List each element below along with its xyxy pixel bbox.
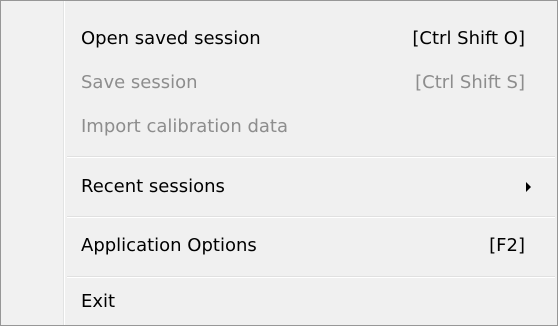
gutter-divider: [63, 1, 65, 325]
menu-item-shortcut: [Ctrl Shift O]: [412, 28, 525, 49]
menu-item-label: Save session: [81, 72, 198, 93]
file-menu: Open saved session [Ctrl Shift O] Save s…: [0, 0, 558, 326]
icon-gutter: [1, 1, 63, 325]
menu-item-application-options[interactable]: Application Options [F2]: [81, 226, 557, 266]
menu-item-open-saved-session[interactable]: Open saved session [Ctrl Shift O]: [81, 19, 557, 59]
menu-separator: [67, 276, 555, 278]
chevron-right-icon: [526, 182, 531, 192]
menu-separator: [67, 156, 555, 158]
menu-item-label: Open saved session: [81, 28, 261, 49]
menu-item-label: Import calibration data: [81, 116, 288, 137]
menu-item-label: Exit: [81, 291, 116, 312]
menu-item-save-session: Save session [Ctrl Shift S]: [81, 63, 557, 103]
menu-item-exit[interactable]: Exit: [81, 282, 557, 322]
menu-item-recent-sessions[interactable]: Recent sessions: [81, 167, 557, 207]
menu-item-shortcut: [Ctrl Shift S]: [415, 72, 525, 93]
menu-item-label: Application Options: [81, 235, 257, 256]
menu-item-label: Recent sessions: [81, 176, 225, 197]
menu-separator: [67, 216, 555, 218]
menu-item-import-calibration-data: Import calibration data: [81, 107, 557, 147]
menu-item-shortcut: [F2]: [489, 235, 525, 256]
